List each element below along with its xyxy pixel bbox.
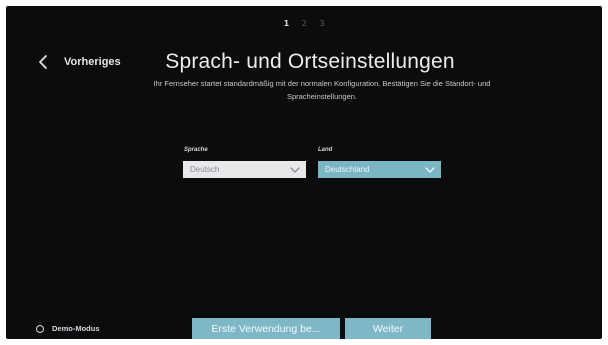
- page-title: Sprach- und Ortseinstellungen: [165, 50, 455, 73]
- language-label: Sprache: [184, 147, 208, 153]
- first-use-button[interactable]: Erste Verwendung be...: [192, 318, 340, 339]
- language-select[interactable]: Deutsch: [183, 161, 306, 178]
- step-2: 2: [301, 19, 307, 28]
- country-label: Land: [318, 147, 333, 153]
- step-3: 3: [319, 19, 325, 28]
- radio-empty-icon: [36, 324, 44, 333]
- chevron-down-icon: [290, 166, 300, 174]
- language-value: Deutsch: [190, 165, 220, 174]
- chevron-down-icon: [425, 166, 435, 174]
- demo-mode-label: Demo-Modus: [52, 324, 100, 333]
- step-indicator: 1 2 3: [6, 19, 602, 28]
- page-subtitle: Ihr Fernseher startet standardmäßig mit …: [153, 79, 491, 101]
- next-button[interactable]: Weiter: [345, 318, 431, 339]
- demo-mode-toggle[interactable]: Demo-Modus: [36, 324, 100, 333]
- country-value: Deutschland: [325, 165, 370, 174]
- tv-screen: 1 2 3 Vorheriges Sprach- und Ortseinstel…: [6, 6, 602, 339]
- country-select[interactable]: Deutschland: [318, 161, 441, 178]
- step-1: 1: [283, 19, 290, 28]
